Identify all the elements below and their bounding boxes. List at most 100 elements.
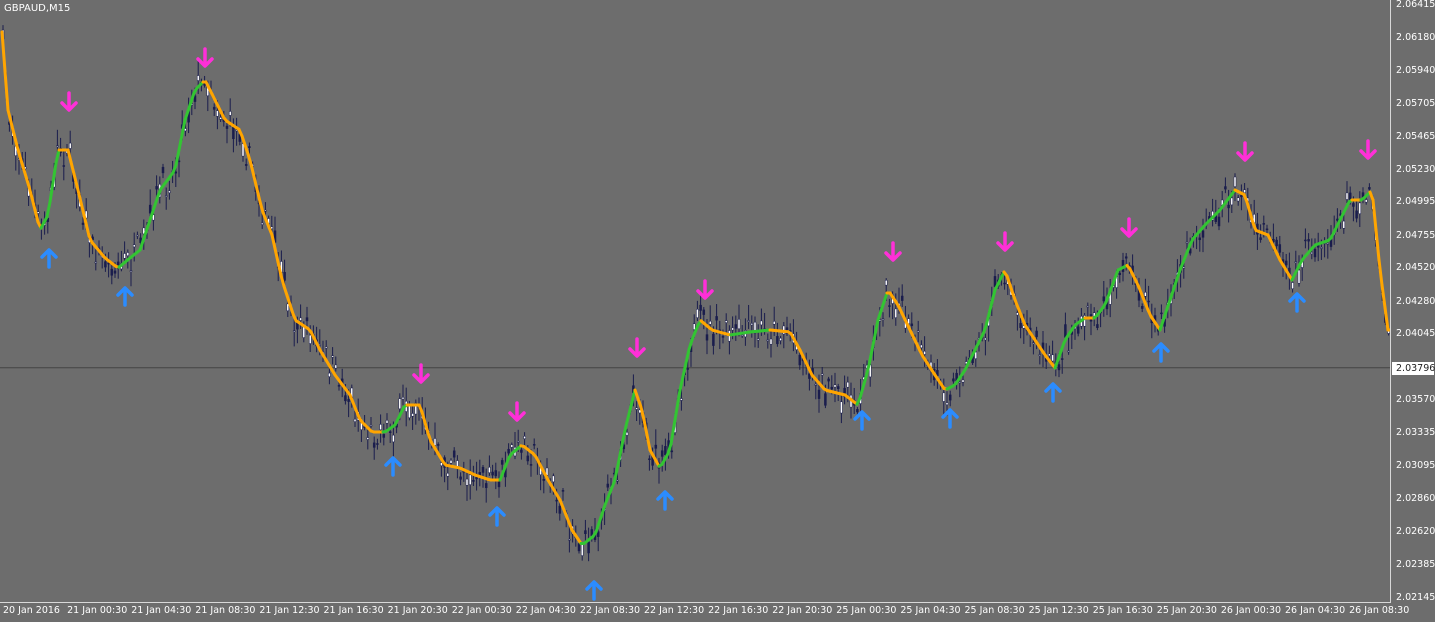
candle-body xyxy=(961,379,965,383)
candle xyxy=(635,401,638,421)
candle-body xyxy=(369,424,373,427)
time-tick-label: 21 Jan 16:30 xyxy=(323,605,384,616)
buy-arrow-shape xyxy=(1044,382,1062,403)
candle-body xyxy=(1140,306,1144,309)
candle-body xyxy=(1304,239,1307,242)
candle-body xyxy=(737,319,741,330)
buy-arrow-icon xyxy=(853,410,871,431)
candle xyxy=(1140,303,1144,313)
candle-body xyxy=(833,384,837,388)
sell-arrow-shape xyxy=(196,47,214,68)
sell-arrow-icon xyxy=(884,241,902,262)
candle xyxy=(958,366,962,398)
time-tick-label: 22 Jan 08:30 xyxy=(579,605,641,616)
price-scale[interactable]: 2.06415 2.06180 2.05940 2.05705 2.05465 2.052… xyxy=(1391,0,1435,603)
candle-body xyxy=(1060,358,1064,360)
buy-arrow-shape xyxy=(941,408,959,429)
candle-body xyxy=(94,261,98,264)
candle-body xyxy=(1067,350,1070,353)
candle-body xyxy=(747,320,750,322)
candle xyxy=(827,376,830,389)
candle-body xyxy=(660,450,664,457)
candle-body xyxy=(948,394,952,401)
price-chart[interactable] xyxy=(0,0,1391,603)
candle-body xyxy=(468,474,472,485)
buy-arrow-icon xyxy=(384,456,402,477)
candle-body xyxy=(398,398,402,410)
candle-body xyxy=(228,111,232,116)
candle xyxy=(478,459,482,487)
candle xyxy=(580,542,584,561)
time-tick-label: 22 Jan 20:30 xyxy=(772,605,833,616)
candle-body xyxy=(500,460,504,465)
ma-segment xyxy=(669,424,676,446)
candle-body xyxy=(449,460,453,464)
price-tick-label: 2.04755 xyxy=(1396,229,1435,241)
time-scale[interactable]: 20 Jan 2016 21 Jan 00:30 21 Jan 04:30 21 Ja… xyxy=(0,603,1409,622)
price-tick-label: 2.04995 xyxy=(1396,196,1435,208)
chart-area[interactable]: GBPAUD,M15 xyxy=(0,0,1391,603)
sell-arrow-icon xyxy=(508,401,526,422)
candle xyxy=(1224,177,1227,194)
candle xyxy=(331,347,334,365)
candle xyxy=(452,447,456,463)
candle-body xyxy=(1124,256,1128,259)
buy-arrow-icon xyxy=(941,408,959,429)
candle xyxy=(376,438,379,450)
ma-segment xyxy=(0,30,7,73)
candle xyxy=(779,335,782,345)
candle-body xyxy=(1275,239,1278,247)
candle xyxy=(212,103,216,117)
candle xyxy=(1265,224,1269,234)
candle-body xyxy=(1048,353,1051,357)
candle-body xyxy=(62,165,66,167)
ma-segment xyxy=(645,433,652,452)
candle-body xyxy=(958,381,962,384)
candle xyxy=(840,393,843,424)
ma-segment xyxy=(48,181,55,204)
candle xyxy=(1067,337,1070,355)
candle-body xyxy=(264,209,267,212)
sell-arrow-shape xyxy=(628,337,646,358)
candle-body xyxy=(1358,202,1362,215)
sell-arrow-icon xyxy=(1236,141,1254,162)
candle-body xyxy=(507,448,510,454)
sell-arrow-shape xyxy=(1359,139,1377,160)
candle xyxy=(305,306,309,335)
candle-body xyxy=(1038,354,1042,356)
buy-arrow-icon xyxy=(585,580,603,601)
candle-body xyxy=(1096,324,1099,328)
buy-arrow-shape xyxy=(585,580,603,601)
candle-body xyxy=(305,317,309,322)
time-tick-label: 21 Jan 00:30 xyxy=(67,605,128,616)
candle-body xyxy=(68,142,72,149)
candle-body xyxy=(756,338,760,341)
candle xyxy=(1307,233,1310,251)
candle-body xyxy=(382,434,386,438)
candle xyxy=(1086,302,1090,317)
candle-body xyxy=(225,125,229,129)
candle-body xyxy=(584,530,587,535)
candle-body xyxy=(1364,199,1368,203)
candle-body xyxy=(1243,189,1246,193)
candle-body xyxy=(1102,296,1106,302)
candle xyxy=(59,137,62,157)
candle xyxy=(740,325,744,338)
time-tick-label: 21 Jan 08:30 xyxy=(195,605,256,616)
candle xyxy=(292,318,296,347)
candle-body xyxy=(923,350,926,355)
candle-body xyxy=(1201,230,1205,238)
candle xyxy=(648,455,651,471)
candle-body xyxy=(132,244,136,248)
candle-body xyxy=(731,327,734,331)
ma-segment xyxy=(72,172,79,188)
candle xyxy=(587,527,590,562)
candle-body xyxy=(81,222,85,225)
candle xyxy=(728,325,731,355)
candle-body xyxy=(702,309,706,315)
candle-body xyxy=(776,336,779,345)
candle-body xyxy=(136,234,139,237)
candle xyxy=(657,457,661,484)
candle-body xyxy=(1326,242,1330,245)
candle xyxy=(782,322,786,349)
